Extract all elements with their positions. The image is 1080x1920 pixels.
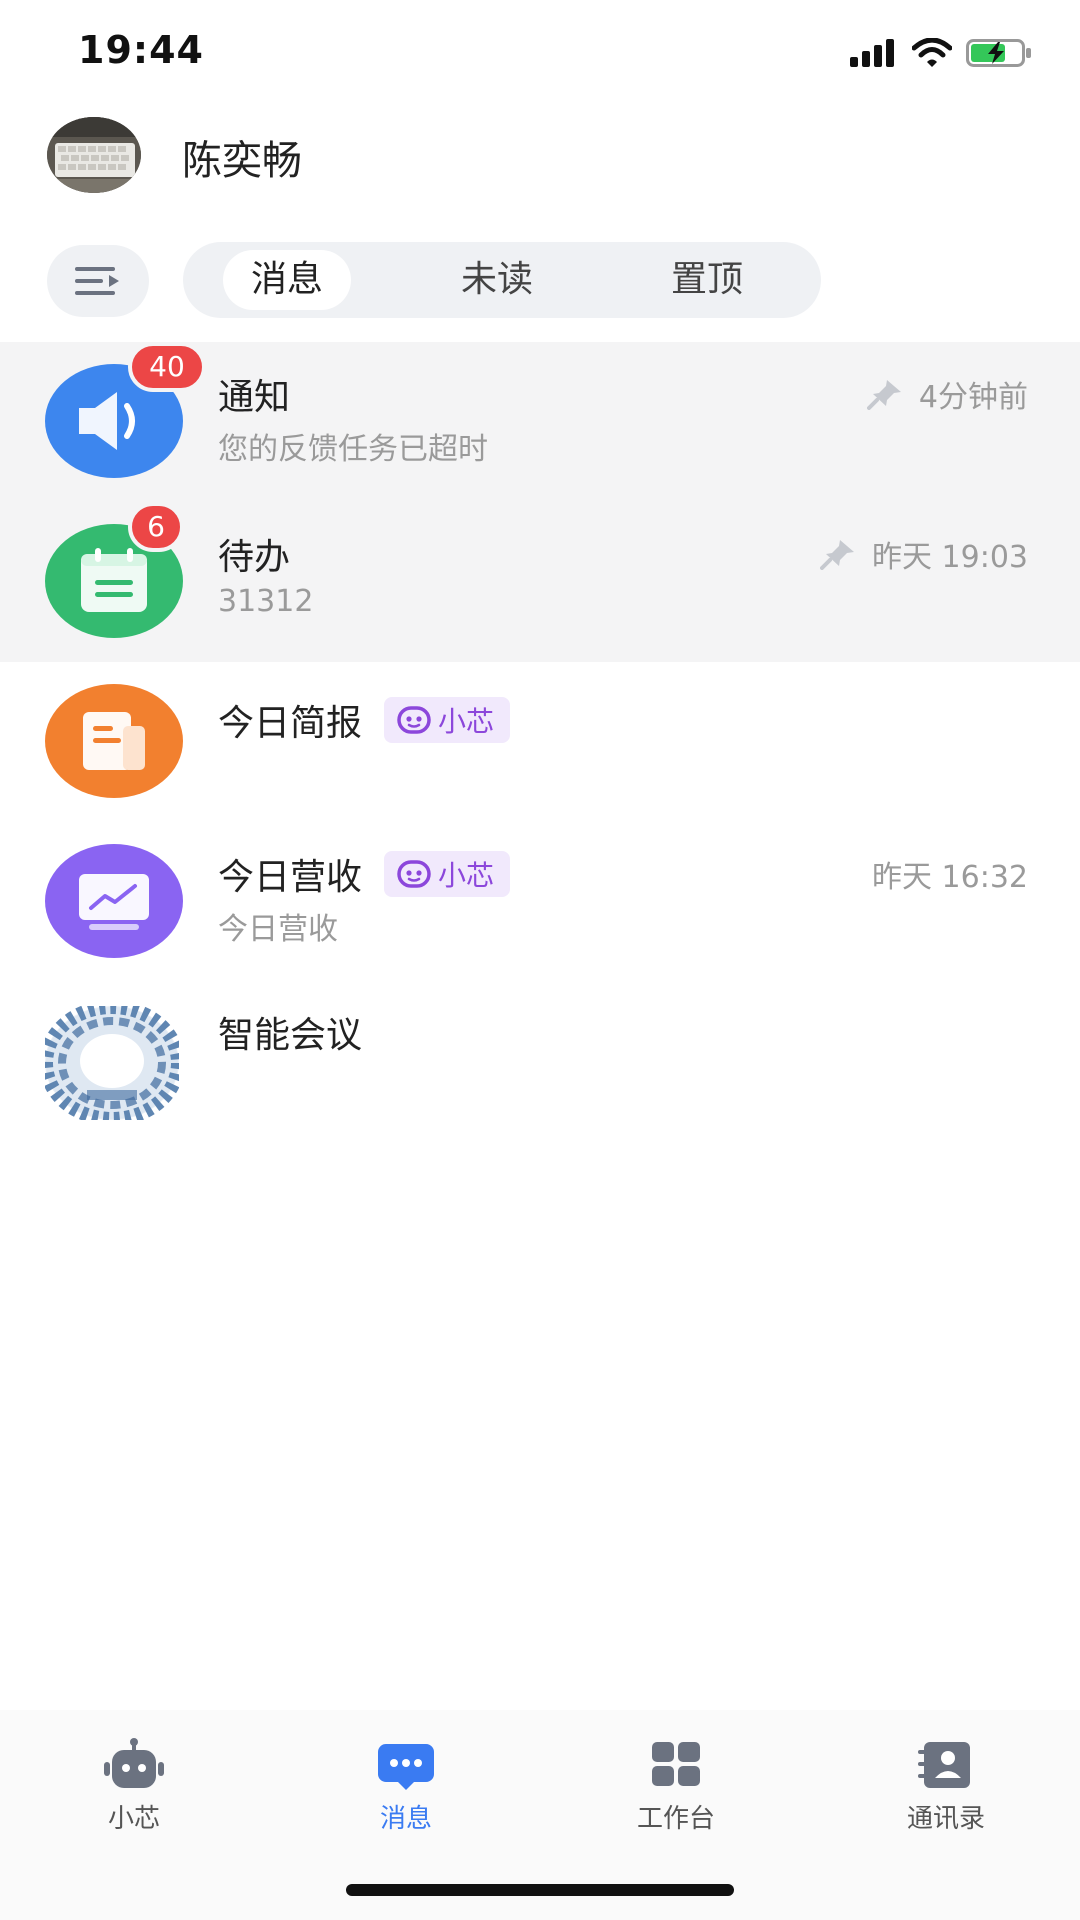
conversation-meta: 4分钟前 (866, 372, 1028, 416)
status-time: 19:44 (78, 28, 204, 72)
conversation-row-briefing[interactable]: 今日简报 小芯 (0, 662, 1080, 822)
robot-icon (104, 1738, 164, 1788)
signal-icon (850, 39, 894, 67)
menu-button[interactable] (47, 245, 149, 317)
filter-tab-pinned[interactable]: 置顶 (643, 250, 771, 310)
tab-label: 小芯 (107, 1804, 160, 1834)
conversation-time: 昨天 16:32 (872, 860, 1028, 895)
menu-expand-icon (75, 267, 119, 295)
conversation-title-text: 待办 (218, 537, 291, 578)
tab-xiaoxin[interactable]: 小芯 (54, 1738, 214, 1835)
home-indicator[interactable] (346, 1884, 734, 1896)
meeting-avatar (39, 1000, 185, 1126)
conversation-title: 智能会议 (218, 1006, 362, 1058)
assistant-tag: 小芯 (384, 851, 511, 897)
assistant-tag: 小芯 (384, 697, 511, 743)
status-bar: 19:44 (0, 0, 1080, 100)
keyboard-photo-icon (47, 117, 141, 193)
profile-name: 陈奕畅 (182, 138, 302, 184)
robot-face-icon (397, 860, 431, 888)
conversation-subtitle: 今日营收 (218, 912, 338, 947)
conversation-title-text: 今日简报 (218, 703, 363, 744)
conversation-title: 今日简报 小芯 (218, 694, 511, 746)
conversation-title-text: 智能会议 (218, 1015, 363, 1056)
grid-icon (652, 1742, 700, 1786)
tab-label: 工作台 (636, 1804, 715, 1834)
conversation-meta: 昨天 19:03 (820, 532, 1028, 576)
monitor-chart-icon (79, 874, 149, 930)
contacts-icon (918, 1742, 970, 1788)
conversation-row-revenue[interactable]: 今日营收 小芯 今日营收 昨天 16:32 (0, 822, 1080, 982)
report-icon (83, 712, 145, 770)
conversation-title-text: 通知 (218, 377, 291, 418)
assistant-tag-label: 小芯 (438, 859, 495, 892)
robot-face-icon (397, 706, 431, 734)
chat-icon (378, 1744, 434, 1790)
conversation-time: 昨天 19:03 (872, 540, 1028, 575)
battery-charging-icon (966, 39, 1031, 67)
profile-avatar[interactable] (47, 117, 141, 193)
assistant-tag-label: 小芯 (438, 705, 495, 738)
tab-label: 消息 (379, 1804, 432, 1834)
revenue-avatar (45, 844, 183, 958)
conversation-meta: 昨天 16:32 (872, 852, 1028, 896)
pin-icon (866, 380, 901, 410)
tab-workbench[interactable]: 工作台 (596, 1738, 756, 1835)
filter-tabs: 消息 未读 置顶 (183, 242, 821, 318)
tab-label: 通讯录 (906, 1804, 985, 1834)
conversation-row-todo[interactable]: 6 待办 31312 昨天 19:03 (0, 502, 1080, 662)
pin-icon (820, 540, 854, 570)
conversation-title-text: 今日营收 (218, 857, 363, 898)
conversation-title: 通知 (218, 368, 290, 420)
unread-badge: 6 (128, 502, 184, 552)
conversation-row-meeting[interactable]: 智能会议 (0, 982, 1080, 1142)
unread-badge: 40 (128, 342, 206, 392)
briefing-avatar (45, 684, 183, 798)
status-icons (850, 36, 1034, 70)
conversation-time: 4分钟前 (918, 380, 1028, 415)
tab-messages[interactable]: 消息 (326, 1738, 486, 1835)
filter-tab-unread[interactable]: 未读 (433, 250, 561, 310)
filter-tab-messages[interactable]: 消息 (223, 250, 351, 310)
conversation-title: 今日营收 小芯 (218, 848, 511, 900)
conversation-subtitle: 31312 (218, 584, 314, 619)
meeting-avatar-icon (39, 1000, 185, 1126)
wifi-icon (912, 38, 952, 67)
conversation-title: 待办 (218, 528, 290, 580)
conversation-row-notice[interactable]: 40 通知 您的反馈任务已超时 4分钟前 (0, 342, 1080, 502)
conversation-subtitle: 您的反馈任务已超时 (218, 432, 488, 467)
tab-contacts[interactable]: 通讯录 (866, 1738, 1026, 1835)
